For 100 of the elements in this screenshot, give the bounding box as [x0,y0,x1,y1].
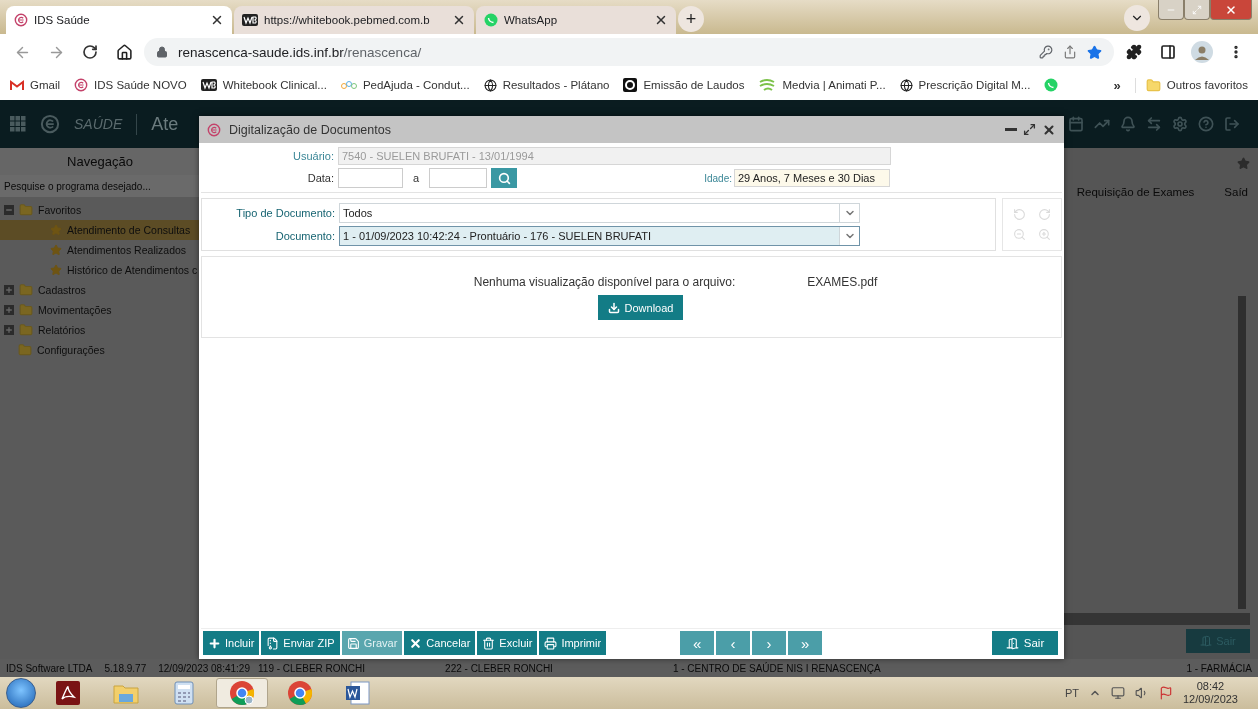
bookmark-link[interactable]: Prescrição Digital M... [899,78,1031,92]
logo-icon [74,78,89,92]
bookmark-link[interactable] [1044,78,1059,92]
search-field[interactable]: Pesquise o programa desejado... [0,175,200,197]
zoom-out-icon [1013,227,1026,241]
tree-label: Atendimento de Consultas [67,224,191,236]
clock[interactable]: 08:42 12/09/2023 [1182,680,1252,706]
globe-icon [483,78,497,92]
pdf-app-icon [56,681,80,705]
door-icon [1200,635,1213,647]
mail-icon [10,79,24,91]
tree-item[interactable]: Movimentações [0,300,200,320]
address-bar[interactable]: renascenca-saude.ids.inf.br/renascenca/ [144,38,1114,66]
toolbar-button[interactable]: Enviar ZIP [261,631,340,655]
plus-icon [208,636,221,650]
download-icon [607,301,620,314]
page-tab[interactable]: Saíd [1224,186,1248,198]
page-tab[interactable]: Requisição de Exames [1076,186,1195,198]
download-button[interactable]: Download [597,295,684,320]
toolbar-button[interactable]: Incluir [203,631,260,655]
tab-search-button[interactable] [1124,5,1150,31]
logo-icon [40,114,60,134]
date-input[interactable] [338,168,403,188]
select-field[interactable]: Todos [339,203,860,223]
tree-item[interactable]: Configurações [0,340,200,360]
bookmark-folder[interactable]: Outros favoritos [1134,77,1248,93]
folder-icon [18,343,32,357]
tree-label: Atendimentos Realizados [67,244,187,256]
settings-icon[interactable] [1172,116,1188,132]
taskbar-app[interactable] [216,678,268,708]
minus-icon [5,206,13,214]
expand-icon[interactable] [4,305,14,315]
flag-icon [1158,686,1173,700]
tree-item[interactable]: Histórico de Atendimentos c [0,260,200,280]
bookmark-link[interactable]: Emissão de Laudos [623,78,745,92]
search-icon [497,171,511,185]
field-label: Usuário: [292,150,334,162]
exit-button[interactable]: Sair [992,631,1058,655]
language-indicator[interactable]: PT [1064,687,1079,699]
star-icon [50,264,62,276]
tree-item[interactable]: Cadastros [0,280,200,300]
status-text: 12/09/2023 08:41:29 [158,662,250,674]
share-icon [1063,45,1077,59]
bookmark-link[interactable]: PedAjuda - Condut... [340,79,470,91]
tree-label: Cadastros [38,284,86,296]
collapse-icon[interactable] [4,205,14,215]
logo-icon [207,122,221,137]
bell-icon[interactable] [1120,116,1136,132]
restore-icon [1192,4,1202,15]
restore-button[interactable] [1184,0,1210,20]
star-icon [50,244,62,256]
plus-icon [5,306,13,314]
profile-avatar-icon[interactable] [1191,41,1213,63]
toolbar-button[interactable]: Excluir [477,631,538,655]
new-tab-button[interactable]: + [678,6,704,32]
toolbar-button[interactable]: Imprimir [539,631,607,655]
date-input[interactable] [429,168,488,188]
expand-icon[interactable] [4,285,14,295]
close-icon [452,13,466,27]
browser-tab[interactable]: WhatsApp [476,6,676,34]
scrollbar-thumb[interactable] [1238,296,1246,609]
select-field[interactable]: 1 - 01/09/2023 10:42:24 - Prontuário - 176 - SUELEN BRUFATI [339,226,860,246]
more-bookmarks-link[interactable]: » [1113,77,1121,93]
side-panel-icon [1160,44,1176,60]
calendar-icon[interactable] [1068,116,1084,132]
status-text: IDS Software LTDA [6,662,93,674]
search-button[interactable] [491,168,518,188]
start-button[interactable] [6,678,36,708]
tree-item[interactable]: Atendimentos Realizados [0,240,200,260]
bookmark-link[interactable]: IDS Saúde NOVO [74,78,187,92]
range-separator: a [412,172,421,184]
expand-icon[interactable] [4,325,14,335]
document-app-icon [345,681,371,705]
save-icon [346,636,360,650]
bookmark-link[interactable]: Medvia | Animati P... [758,78,886,92]
tree-item[interactable]: Relatórios [0,320,200,340]
help-icon[interactable] [1198,116,1214,132]
close-icon [1225,3,1237,16]
browser-tab[interactable]: https://whitebook.pebmed.com.b [234,6,474,34]
logo-icon [14,13,28,27]
close-window-button[interactable] [1210,0,1252,20]
minimize-button[interactable] [1158,0,1184,20]
arrows-icon[interactable] [1146,116,1162,132]
status-text: 1 - FARMÁCIA [1186,662,1252,674]
bookmark-link[interactable]: Whitebook Clinical... [200,79,327,91]
tree-label: Movimentações [38,304,112,316]
browser-icon [229,680,255,706]
folder-icon [19,323,33,337]
browser-tab[interactable]: IDS Saúde [6,6,232,34]
apps-grid-icon[interactable] [10,116,26,132]
logout-icon[interactable] [1224,116,1240,132]
bookmark-link[interactable]: Gmail [10,79,61,91]
age-field: 29 Anos, 7 Meses e 30 Dias [734,169,890,187]
bookmark-link[interactable]: Resultados - Plátano [483,78,610,92]
ring-icon [623,78,638,92]
toolbar-button[interactable]: Cancelar [404,631,476,655]
tree-item[interactable]: Favoritos [0,200,200,220]
panel-title: Navegação [0,148,200,175]
globe-icon [899,78,913,92]
file-name: EXAMES.pdf [807,275,878,289]
